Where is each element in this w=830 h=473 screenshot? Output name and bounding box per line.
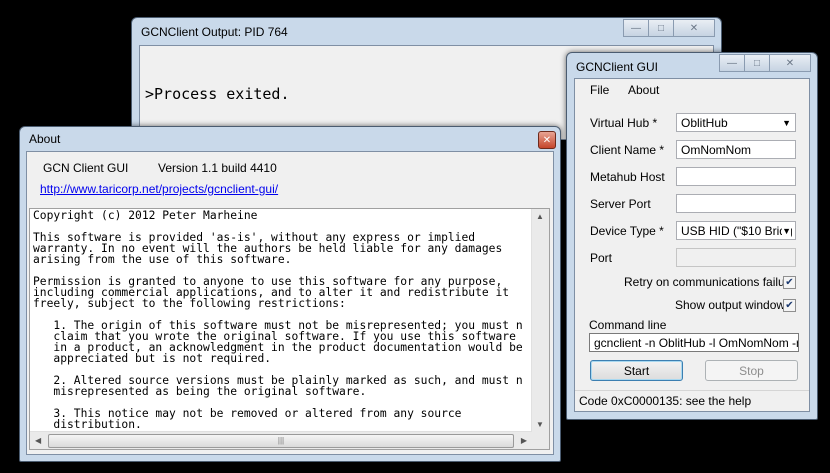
app-name: GCN Client GUI bbox=[43, 161, 129, 175]
gui-window-title: GCNClient GUI bbox=[576, 60, 659, 74]
license-text: Copyright (c) 2012 Peter Marheine This s… bbox=[33, 210, 523, 430]
menu-file[interactable]: File bbox=[590, 83, 609, 97]
device-type-value: USB HID ("$10 Bridg bbox=[681, 224, 793, 238]
scroll-up-icon[interactable]: ▲ bbox=[536, 212, 544, 221]
scroll-down-icon[interactable]: ▼ bbox=[536, 420, 544, 429]
command-line-label: Command line bbox=[589, 318, 667, 332]
client-name-label: Client Name * bbox=[590, 143, 665, 157]
output-window-title: GCNClient Output: PID 764 bbox=[141, 25, 288, 39]
dropdown-arrow-icon: ▼ bbox=[782, 118, 791, 128]
stop-button[interactable]: Stop bbox=[705, 360, 798, 381]
port-label: Port bbox=[590, 251, 613, 265]
close-icon[interactable]: ✕ bbox=[673, 19, 715, 37]
scroll-right-icon[interactable]: ▶ bbox=[521, 436, 527, 445]
server-port-input[interactable] bbox=[676, 194, 796, 213]
show-output-checkbox[interactable]: ✔ bbox=[783, 299, 796, 312]
version-text: Version 1.1 build 4410 bbox=[158, 161, 277, 175]
virtual-hub-value: OblitHub bbox=[681, 116, 728, 130]
minimize-icon[interactable]: — bbox=[623, 19, 649, 37]
retry-checkbox[interactable]: ✔ bbox=[783, 276, 796, 289]
about-window[interactable]: About ✕ GCN Client GUI Version 1.1 build… bbox=[19, 126, 561, 462]
dropdown-arrow-icon: ▼ bbox=[782, 222, 791, 239]
device-type-label: Device Type * bbox=[590, 224, 664, 238]
gui-titlebar[interactable]: GCNClient GUI — □ ✕ bbox=[567, 53, 817, 81]
client-name-input[interactable]: OmNomNom bbox=[676, 140, 796, 159]
show-output-label: Show output window bbox=[675, 298, 786, 312]
horizontal-scroll-thumb[interactable]: ||| bbox=[48, 434, 514, 448]
virtual-hub-label: Virtual Hub * bbox=[590, 116, 658, 130]
menu-about[interactable]: About bbox=[628, 83, 659, 97]
gui-window[interactable]: GCNClient GUI — □ ✕ File About Virtual H… bbox=[566, 52, 818, 420]
device-type-select[interactable]: USB HID ("$10 Bridg ▼ bbox=[676, 221, 796, 240]
menu-bar: File About bbox=[575, 79, 809, 101]
about-header: GCN Client GUI Version 1.1 build 4410 ht… bbox=[27, 152, 553, 206]
scrollbar-corner bbox=[532, 432, 549, 449]
checkmark-icon: ✔ bbox=[785, 277, 794, 288]
checkmark-icon: ✔ bbox=[785, 300, 794, 311]
vertical-scrollbar[interactable]: ▲ ▼ bbox=[531, 209, 549, 432]
port-input[interactable] bbox=[676, 248, 796, 267]
retry-label: Retry on communications failure bbox=[624, 275, 796, 289]
close-icon[interactable]: ✕ bbox=[538, 131, 556, 149]
server-port-label: Server Port bbox=[590, 197, 651, 211]
maximize-icon[interactable]: □ bbox=[648, 19, 674, 37]
about-window-title: About bbox=[29, 132, 61, 146]
output-text: >Process exited. bbox=[145, 85, 290, 103]
maximize-icon[interactable]: □ bbox=[744, 54, 770, 72]
close-icon[interactable]: ✕ bbox=[769, 54, 811, 72]
output-titlebar[interactable]: GCNClient Output: PID 764 — □ ✕ bbox=[132, 18, 721, 46]
gui-client-area: File About Virtual Hub * OblitHub ▼ Clie… bbox=[574, 78, 810, 412]
status-text: Code 0xC0000135: see the help bbox=[579, 394, 752, 408]
project-link[interactable]: http://www.taricorp.net/projects/gcnclie… bbox=[40, 182, 278, 196]
about-client-area: GCN Client GUI Version 1.1 build 4410 ht… bbox=[26, 151, 554, 455]
start-button[interactable]: Start bbox=[590, 360, 683, 381]
horizontal-scrollbar[interactable]: ◀ ||| ▶ bbox=[30, 431, 532, 449]
scroll-left-icon[interactable]: ◀ bbox=[35, 436, 41, 445]
virtual-hub-select[interactable]: OblitHub ▼ bbox=[676, 113, 796, 132]
minimize-icon[interactable]: — bbox=[719, 54, 745, 72]
command-line-input[interactable]: gcnclient -n OblitHub -l OmNomNom -r -d … bbox=[589, 333, 799, 352]
metahub-host-label: Metahub Host bbox=[590, 170, 665, 184]
status-bar: Code 0xC0000135: see the help bbox=[575, 390, 809, 411]
license-textbox[interactable]: Copyright (c) 2012 Peter Marheine This s… bbox=[29, 208, 550, 450]
metahub-host-input[interactable] bbox=[676, 167, 796, 186]
